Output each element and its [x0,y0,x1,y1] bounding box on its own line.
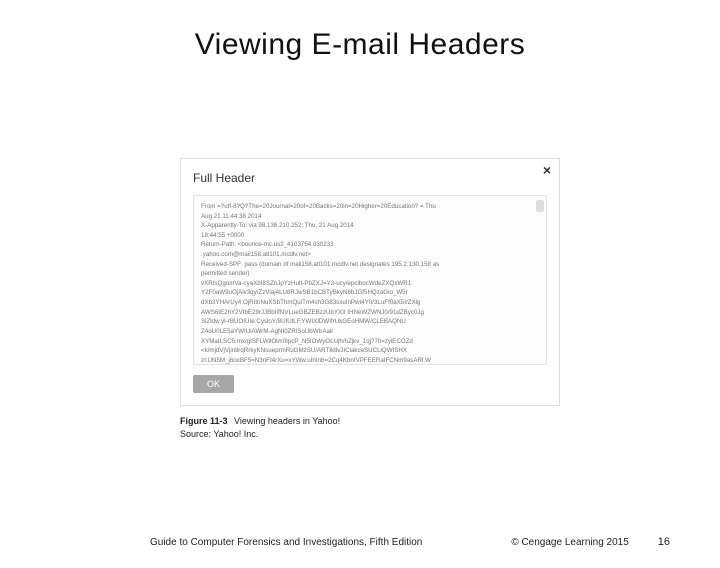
close-icon[interactable]: × [543,163,551,177]
header-line: AWS6IE2hY2VIbE29rJJBbIIfNVLueGBZEBzzUbYX… [201,308,539,318]
figure-label: Figure 11-3 [180,416,228,426]
header-line: vXRIsQgomVa-cyaXbI8SZnJpYzHuIt-PbZXJ=Y3-… [201,279,539,289]
ok-button[interactable]: OK [193,375,234,393]
header-line: permitted sender) [201,269,539,279]
header-line: <k/mjdVjVjintirqRrkyKNsueprmRuGMzSU/ARTI… [201,346,539,356]
header-line: .yahoo.com@mail158.atl101.mcdlv.net> [201,250,539,260]
header-line: From =?utf-8?Q?The=20Journal=20of=20Back… [201,202,539,212]
footer-page-number: 16 [658,536,680,548]
header-line: X-Apparently-To: via 98.138.210.252; Thu… [201,221,539,231]
header-line: SlZldw.yI-rBUOIUIe:CysloY/8UIUlLF.YWIXID… [201,317,539,327]
header-line: zI:UN5M_j6oxBF5=N3nFI4rXu=xYWw.uIhInb=2C… [201,356,539,365]
header-line: Return-Path: <bounce-mc.us2_4103754.0302… [201,240,539,250]
figure-source: Source: Yahoo! Inc. [180,429,560,439]
footer-book-title: Guide to Computer Forensics and Investig… [150,537,422,548]
header-line: Y2F0aW9uOjAiv3qy/ZzVlaj4LU8RJwSB1bCBTyBk… [201,288,539,298]
header-line: Aug 21 11:44:38 2014 [201,212,539,222]
header-line: dXb3YHArUy4:OjRItnNuXSbThmQuiTm4sh3G83sx… [201,298,539,308]
panel-title: Full Header [193,171,547,185]
figure-text: Viewing headers in Yahoo! [234,416,340,426]
footer-copyright: © Cengage Learning 2015 [422,537,657,548]
figure-caption: Figure 11-3 Viewing headers in Yahoo! [180,416,560,426]
header-line: 18:44:55 +0000 [201,231,539,241]
slide-title: Viewing E-mail Headers [0,28,720,62]
slide-footer: Guide to Computer Forensics and Investig… [0,536,720,548]
scrollbar-thumb[interactable] [536,200,544,212]
header-line: Z4oU0LE5aYWIUiAWrM-AgNI0ZRlSoUbWIrAair [201,327,539,337]
header-line: XYMaILSC5:mx/gISFLWilOlm0IpcP_N5IOWyOLUj… [201,337,539,347]
header-text-box: From =?utf-8?Q?The=20Journal=20of=20Back… [193,195,547,365]
full-header-panel: × Full Header From =?utf-8?Q?The=20Journ… [180,158,560,406]
figure-container: × Full Header From =?utf-8?Q?The=20Journ… [180,158,560,439]
header-line: Received-SPF: pass (domain of mail158.at… [201,260,539,270]
